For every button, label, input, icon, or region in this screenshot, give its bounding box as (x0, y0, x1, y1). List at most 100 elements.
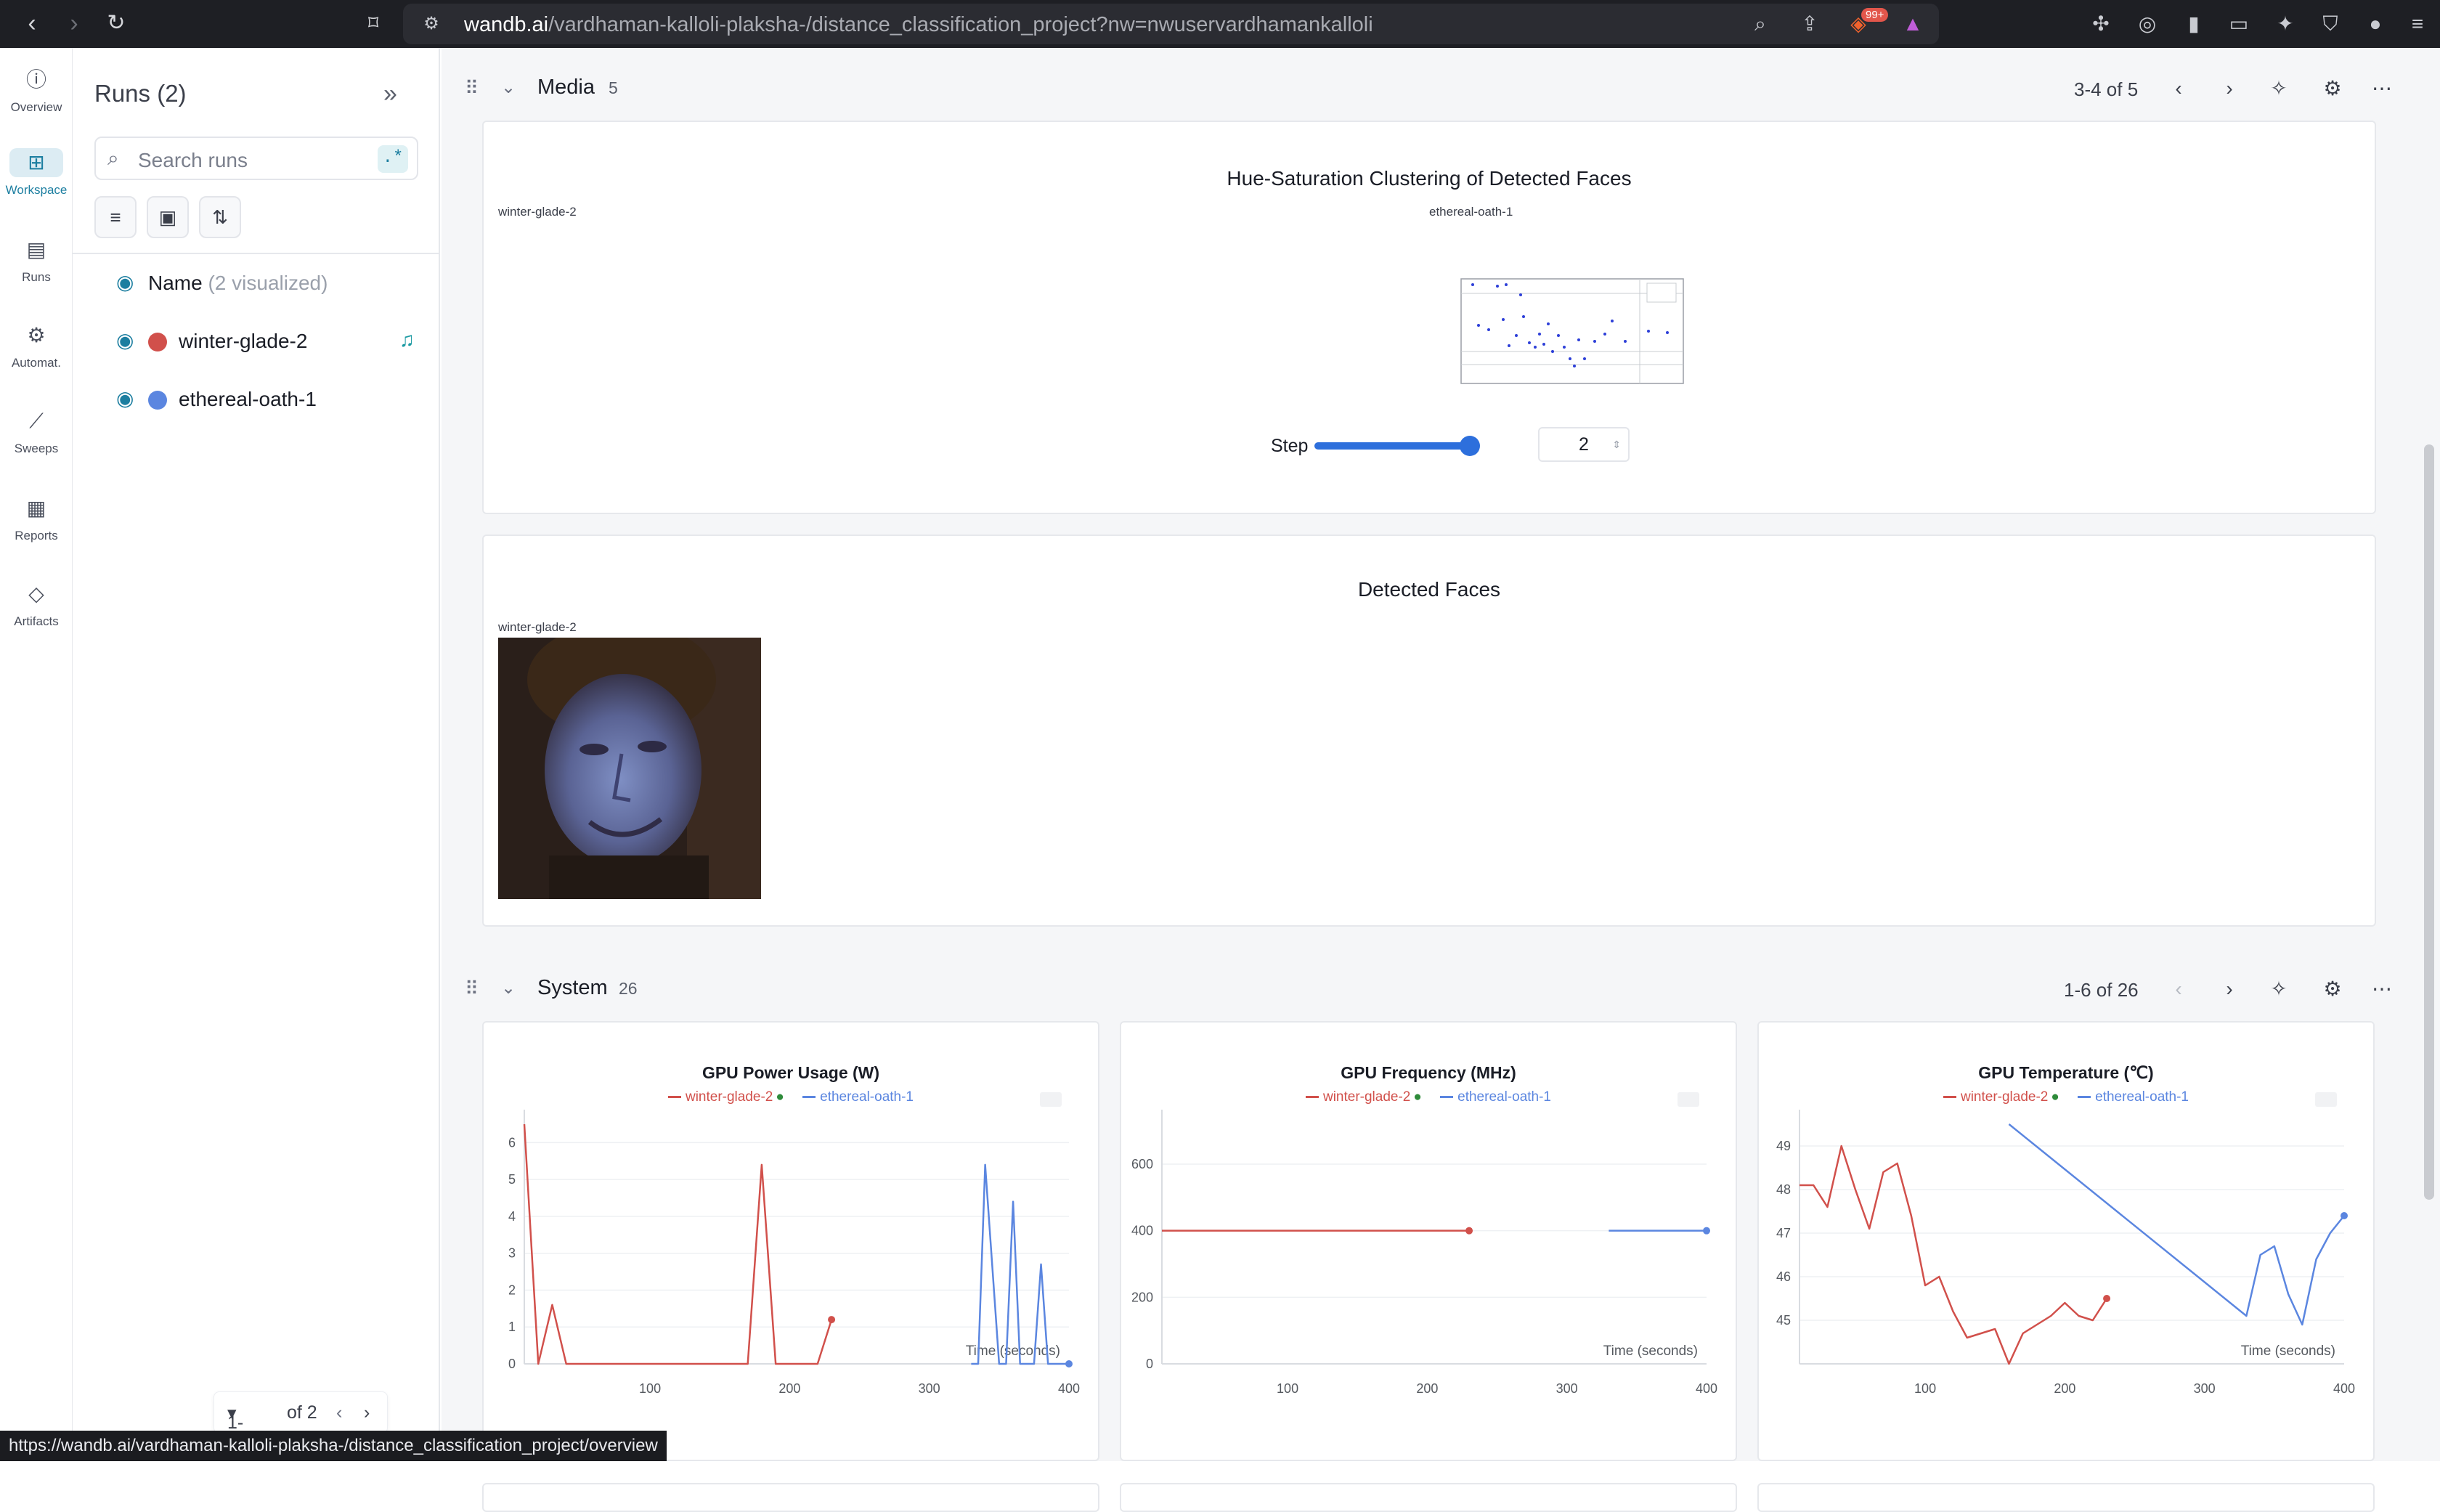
run-name[interactable]: ethereal-oath-1 (179, 388, 317, 411)
legend-toggle[interactable] (2315, 1092, 2337, 1107)
series-endpoint[interactable] (2103, 1295, 2111, 1302)
rail-workspace[interactable]: ⊞ Workspace (0, 138, 73, 211)
eye-icon[interactable]: ◉ (116, 386, 134, 410)
series-line[interactable] (1800, 1145, 2108, 1365)
search-runs-field[interactable]: ⌕ Search runs .* (94, 137, 418, 180)
x-tick-label: 100 (1914, 1381, 1936, 1396)
profile-icon[interactable]: ● (2362, 10, 2389, 38)
group-icon: ▣ (158, 206, 177, 228)
next-page-icon[interactable]: › (364, 1402, 370, 1423)
x-tick-label: 200 (778, 1381, 800, 1396)
run-label: winter-glade-2 (498, 620, 577, 634)
run-color-dot[interactable] (148, 333, 167, 351)
rail-runs[interactable]: ▤ Runs (0, 225, 73, 298)
stepper-icon[interactable]: ⇕ (1612, 428, 1621, 460)
run-row-ethereal-oath-1[interactable]: ◉ ethereal-oath-1 (116, 381, 428, 417)
y-tick-label: 6 (508, 1135, 516, 1150)
back-icon[interactable]: ‹ (17, 9, 46, 38)
chart-gpu-temperature[interactable]: GPU Temperature (℃) winter-glade-2 ● ethe… (1757, 1021, 2375, 1461)
pin-icon[interactable]: ✧ (2264, 74, 2293, 103)
chart-gpu-frequency[interactable]: GPU Frequency (MHz) winter-glade-2 ● ethe… (1120, 1021, 1737, 1461)
menu-icon[interactable]: ≡ (2404, 10, 2431, 38)
drag-handle-icon[interactable]: ⠿ (465, 977, 479, 1000)
y-tick-label: 3 (508, 1246, 516, 1261)
next-icon[interactable]: › (2215, 975, 2244, 1004)
gear-icon[interactable]: ⚙ (2318, 975, 2347, 1004)
eye-icon[interactable]: ◉ (116, 270, 134, 294)
x-tick-label: 400 (1058, 1381, 1080, 1396)
share-icon[interactable]: ⇪ (1796, 10, 1823, 38)
pin-icon[interactable]: ✧ (2264, 975, 2293, 1004)
eye-icon[interactable]: ◉ (116, 328, 134, 352)
ai-icon[interactable]: ✦ (2272, 10, 2299, 38)
series-endpoint[interactable] (828, 1316, 836, 1324)
scatter-thumbnail[interactable] (1457, 272, 1696, 395)
next-icon[interactable]: › (2215, 74, 2244, 103)
reload-icon[interactable]: ↻ (102, 9, 131, 38)
leo-icon[interactable]: ◎ (2134, 10, 2161, 38)
prev-icon[interactable]: ‹ (2164, 975, 2193, 1004)
wallet-icon[interactable]: ▭ (2225, 10, 2253, 38)
x-tick-label: 100 (1277, 1381, 1298, 1396)
collapse-panel-icon[interactable]: » (383, 80, 397, 108)
series-endpoint[interactable] (2341, 1212, 2348, 1219)
sort-button[interactable]: ⇅ (199, 196, 241, 238)
step-slider-handle[interactable] (1460, 436, 1480, 456)
rail-artifacts[interactable]: ◇ Artifacts (0, 569, 73, 642)
drag-handle-icon[interactable]: ⠿ (465, 77, 479, 99)
x-tick-label: 200 (2054, 1381, 2075, 1396)
series-line[interactable] (971, 1163, 1069, 1365)
runs-name-header[interactable]: ◉ Name (2 visualized) (116, 264, 428, 301)
filter-button[interactable]: ≡ (94, 196, 137, 238)
regex-toggle[interactable]: .* (378, 145, 408, 173)
legend-toggle[interactable] (1678, 1092, 1699, 1107)
series-line[interactable] (523, 1123, 833, 1365)
media-section-header: ⠿ ⌄ Media 5 3-4 of 5 ‹ › ✧ ⚙ ⋯ (442, 58, 2424, 119)
search-runs-input[interactable]: Search runs (138, 149, 248, 172)
series-endpoint[interactable] (1703, 1227, 1710, 1235)
rail-automations[interactable]: ⚙ Automat. (0, 311, 73, 383)
sidebar-icon[interactable]: ▮ (2180, 10, 2208, 38)
detected-face-image[interactable] (498, 638, 761, 899)
rewards-icon[interactable]: ▲ (1899, 10, 1927, 38)
x-axis-label: Time (seconds) (1603, 1344, 1698, 1359)
vpn-icon[interactable]: ⛉ (2317, 10, 2344, 38)
forward-icon[interactable]: › (60, 9, 89, 38)
more-icon[interactable]: ⋯ (2367, 74, 2396, 103)
pager-range-select[interactable]: 1-2 ▾ (227, 1402, 243, 1454)
gear-icon[interactable]: ⚙ (2318, 74, 2347, 103)
run-color-dot[interactable] (148, 391, 167, 410)
address-bar[interactable]: ⚙ wandb.ai/vardhaman-kalloli-plaksha-/di… (403, 4, 1939, 44)
rail-reports[interactable]: ▦ Reports (0, 484, 73, 556)
page-scrollbar[interactable] (2424, 444, 2434, 1200)
run-row-winter-glade-2[interactable]: ◉ winter-glade-2 ♫ (116, 322, 428, 359)
series-endpoint[interactable] (1065, 1360, 1073, 1367)
extensions-icon[interactable]: ✣ (2087, 10, 2115, 38)
sort-icon: ⇅ (212, 206, 228, 228)
chart-gpu-power[interactable]: GPU Power Usage (W) winter-glade-2 ● ethe… (482, 1021, 1099, 1461)
zoom-icon[interactable]: ⌕ (1746, 10, 1774, 38)
step-slider-fill (1314, 442, 1470, 450)
group-button[interactable]: ▣ (147, 196, 189, 238)
chart-card-next (482, 1483, 1099, 1512)
automation-icon: ⚙ (27, 324, 46, 346)
prev-icon[interactable]: ‹ (2164, 74, 2193, 103)
series-endpoint[interactable] (1465, 1227, 1473, 1235)
rail-sweeps[interactable]: ⟋ Sweeps (0, 397, 73, 469)
chevron-down-icon[interactable]: ⌄ (501, 77, 516, 98)
prev-page-icon[interactable]: ‹ (336, 1402, 342, 1423)
rail-overview[interactable]: ⓘ Overview (0, 55, 73, 128)
run-name[interactable]: winter-glade-2 (179, 330, 307, 353)
series-line[interactable] (2008, 1123, 2345, 1326)
legend-toggle[interactable] (1040, 1092, 1062, 1107)
section-count: 5 (609, 78, 618, 97)
layers-icon: ◇ (28, 582, 44, 605)
more-icon[interactable]: ⋯ (2367, 975, 2396, 1004)
bell-icon[interactable]: ♫ (399, 328, 415, 351)
site-settings-icon[interactable]: ⚙ (418, 10, 445, 38)
section-title[interactable]: Media (537, 76, 595, 99)
section-title[interactable]: System (537, 976, 608, 1000)
step-input[interactable]: 2 ⇕ (1538, 427, 1630, 462)
chevron-down-icon[interactable]: ⌄ (501, 977, 516, 999)
bookmark-icon[interactable]: ⌑ (359, 9, 388, 38)
